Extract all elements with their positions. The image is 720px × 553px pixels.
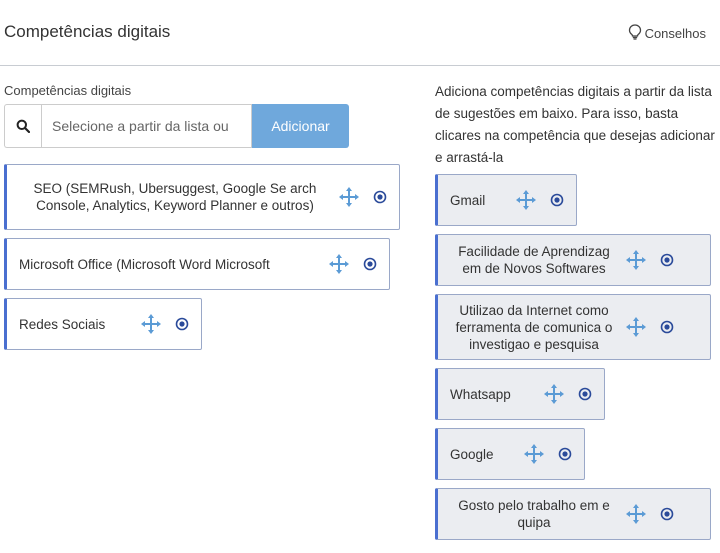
search-icon	[4, 104, 41, 148]
remove-icon[interactable]	[373, 190, 387, 204]
move-icon[interactable]	[329, 254, 349, 274]
tips-label: Conselhos	[644, 26, 706, 41]
suggestion-chip[interactable]: Utilizao da Internet como ferramenta de …	[435, 294, 711, 360]
suggestion-chip[interactable]: Facilidade de Aprendizag em de Novos Sof…	[435, 234, 711, 286]
suggestion-label: Gosto pelo trabalho em e quipa	[458, 498, 610, 530]
suggestion-chip[interactable]: Whatsapp	[435, 368, 605, 420]
move-icon[interactable]	[626, 250, 646, 270]
remove-icon[interactable]	[558, 447, 572, 461]
remove-icon[interactable]	[660, 320, 674, 334]
move-icon[interactable]	[339, 187, 359, 207]
skill-label: Microsoft Office (Microsoft Word Microso…	[19, 256, 270, 272]
skill-label: Redes Sociais	[19, 316, 106, 332]
suggestion-chip[interactable]: Gmail	[435, 174, 577, 226]
search-input[interactable]	[41, 104, 252, 148]
remove-icon[interactable]	[578, 387, 592, 401]
move-icon[interactable]	[626, 504, 646, 524]
remove-icon[interactable]	[550, 193, 564, 207]
selected-skill-chip[interactable]: SEO (SEMRush, Ubersuggest, Google Se arc…	[4, 164, 400, 230]
selected-skill-chip[interactable]: Redes Sociais	[4, 298, 202, 350]
suggestion-label: Utilizao da Internet como ferramenta de …	[455, 302, 613, 352]
remove-icon[interactable]	[363, 257, 377, 271]
remove-icon[interactable]	[175, 317, 189, 331]
field-label: Competências digitais	[4, 83, 132, 98]
suggestion-label: Gmail	[450, 192, 486, 208]
suggestion-label: Google	[450, 446, 494, 462]
add-button[interactable]: Adicionar	[252, 104, 349, 148]
page-title: Competências digitais	[4, 22, 171, 41]
move-icon[interactable]	[544, 384, 564, 404]
remove-icon[interactable]	[660, 507, 674, 521]
page-header: Competências digitais Conselhos	[0, 0, 720, 66]
move-icon[interactable]	[141, 314, 161, 334]
remove-icon[interactable]	[660, 253, 674, 267]
move-icon[interactable]	[516, 190, 536, 210]
move-icon[interactable]	[524, 444, 544, 464]
suggestion-label: Whatsapp	[450, 386, 511, 402]
suggestion-chip[interactable]: Google	[435, 428, 585, 480]
selected-skill-chip[interactable]: Microsoft Office (Microsoft Word Microso…	[4, 238, 390, 290]
suggestion-chip[interactable]: Gosto pelo trabalho em e quipa	[435, 488, 711, 540]
instructions-text: Adiciona competências digitais a partir …	[435, 84, 715, 165]
skill-label: SEO (SEMRush, Ubersuggest, Google Se arc…	[33, 181, 317, 213]
lightbulb-icon	[628, 24, 645, 43]
search-group: Adicionar	[4, 104, 349, 148]
move-icon[interactable]	[626, 317, 646, 337]
tips-link[interactable]: Conselhos	[628, 24, 706, 43]
suggestion-label: Facilidade de Aprendizag em de Novos Sof…	[458, 244, 610, 276]
